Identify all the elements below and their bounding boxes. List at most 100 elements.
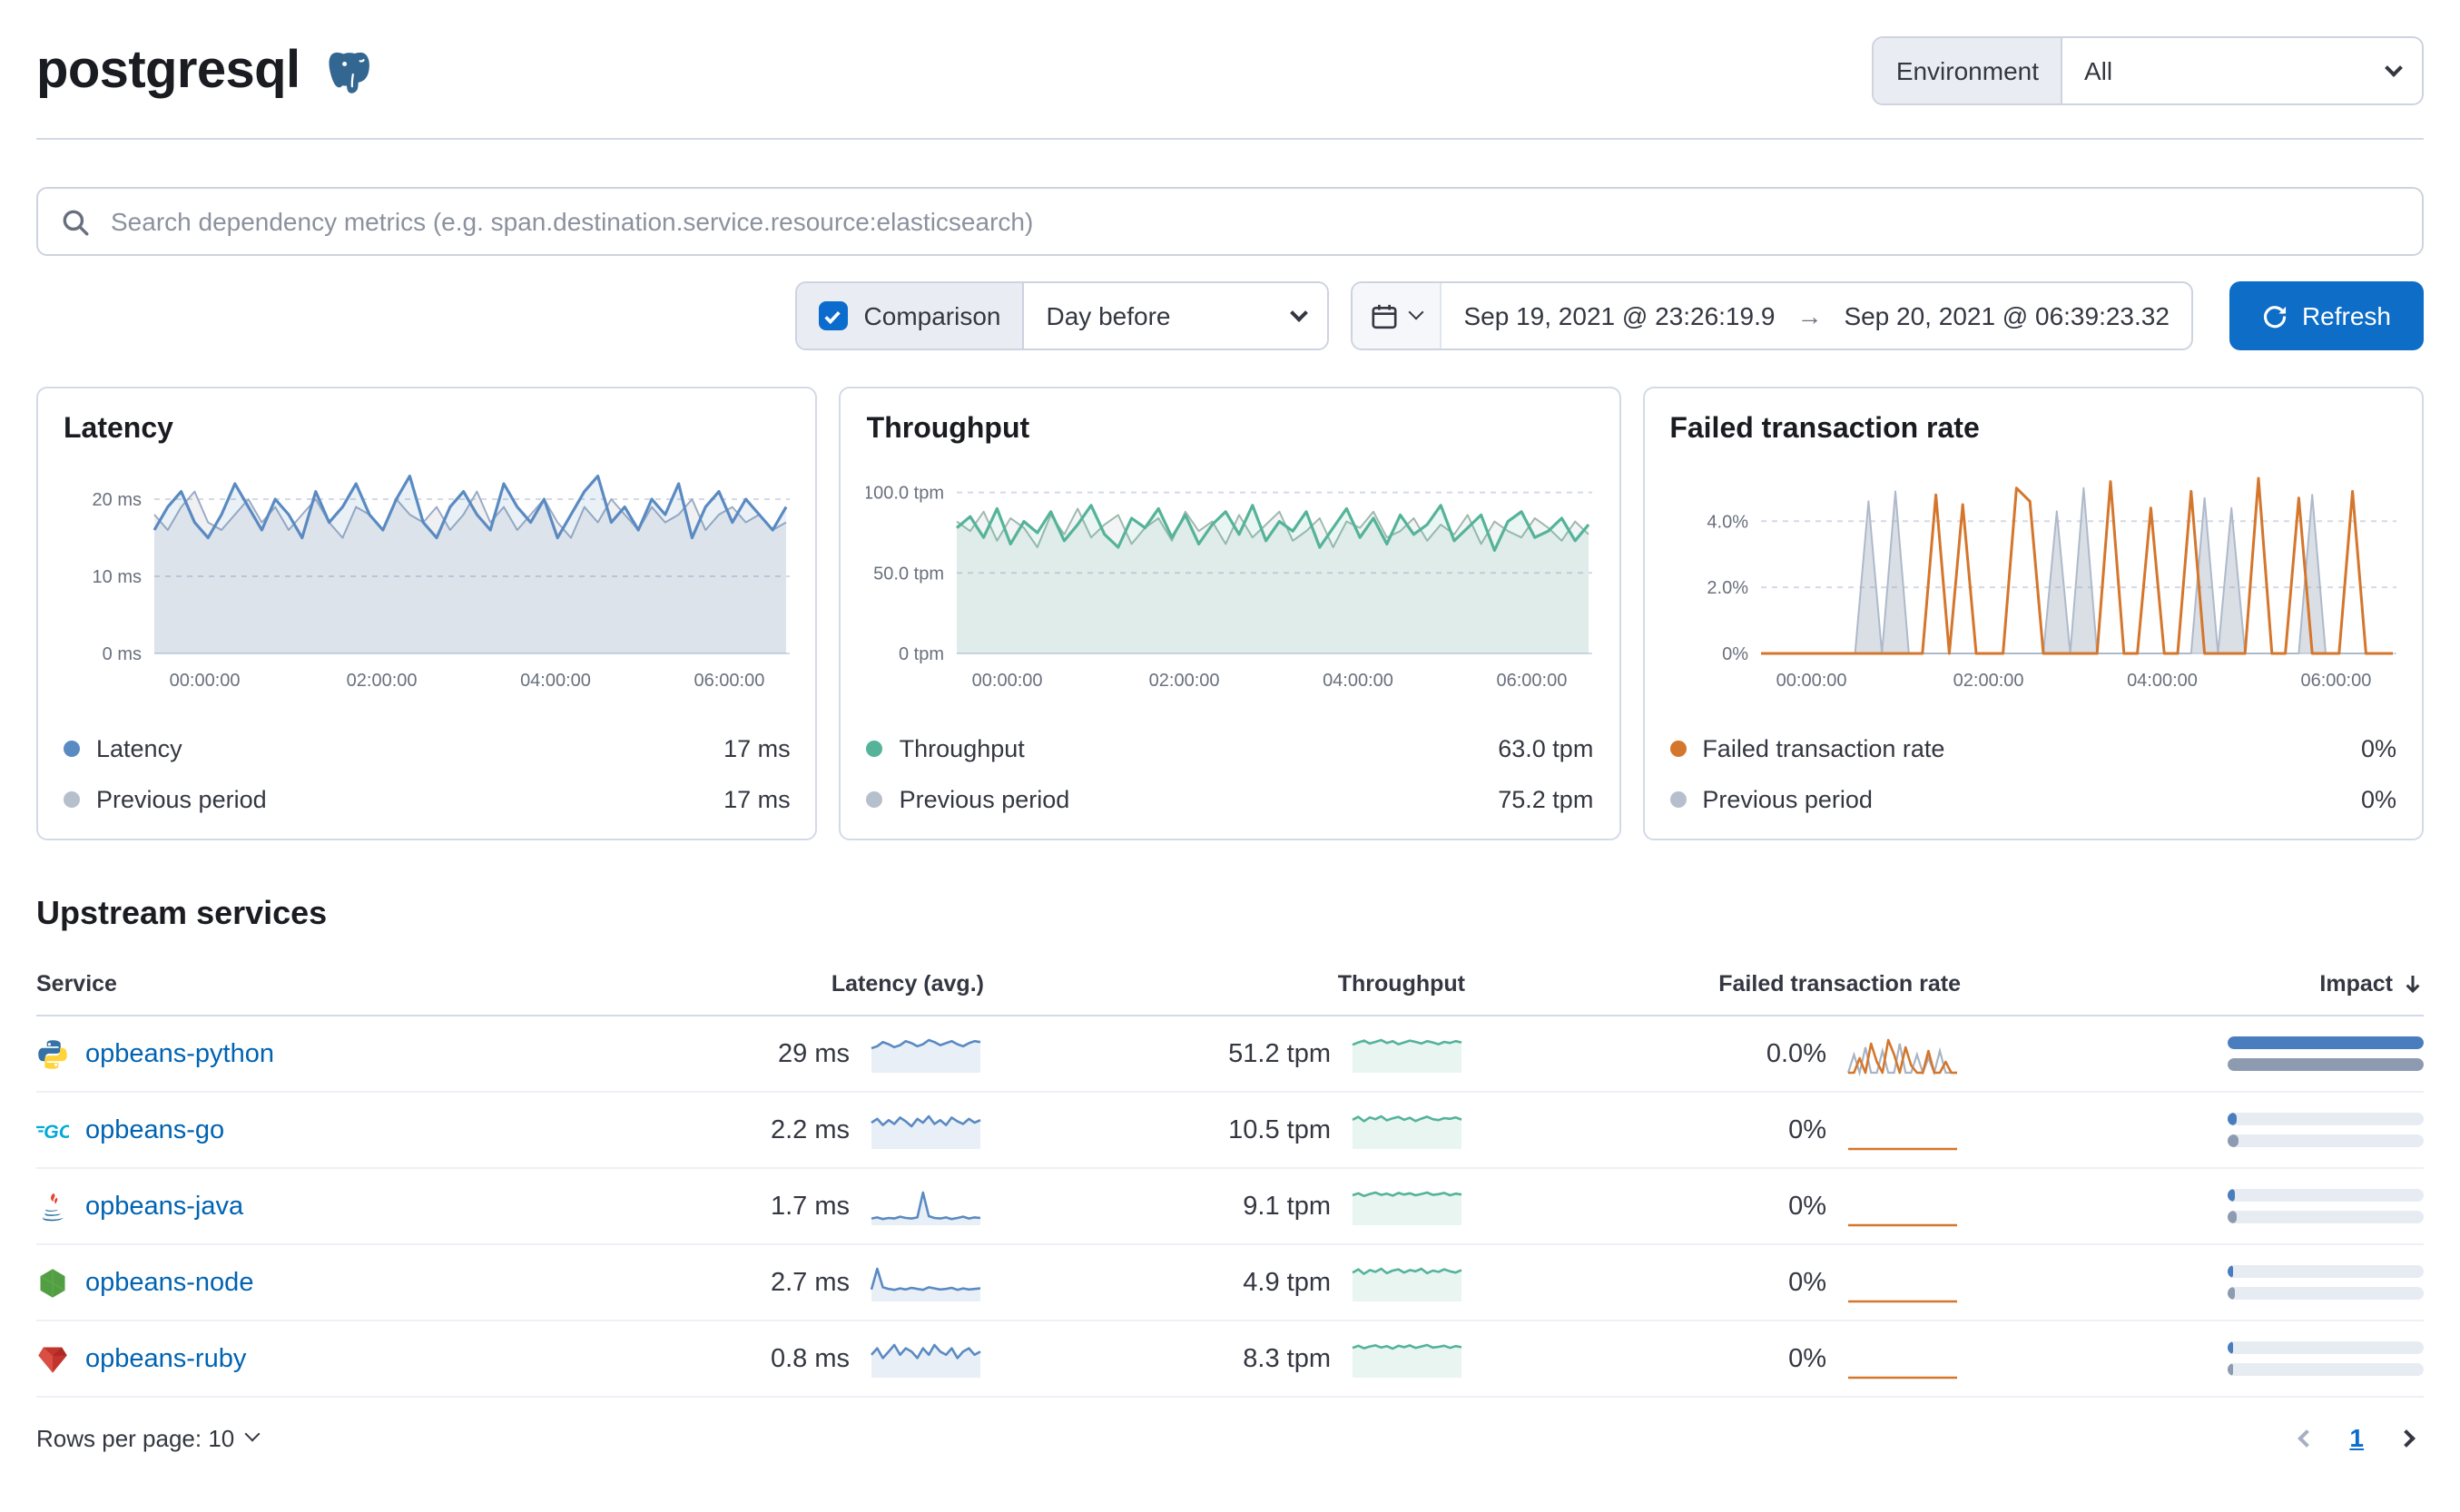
service-link[interactable]: opbeans-go: [85, 1115, 224, 1144]
comparison-checkbox[interactable]: [818, 301, 848, 330]
failed-rate-chart: 4.0% 2.0% 0% 00:00:00 02:00:00 04:00:00 06:00:…: [1707, 476, 2396, 691]
environment-select[interactable]: All: [2062, 38, 2422, 103]
latency-card: Latency 20 ms 10 ms 0 ms 00:00:00 02:00:00 04…: [36, 387, 818, 840]
environment-label: Environment: [1874, 38, 2062, 103]
service-link[interactable]: opbeans-node: [85, 1268, 253, 1297]
legend-value: 0%: [2360, 734, 2396, 761]
svg-text:02:00:00: 02:00:00: [347, 671, 418, 691]
date-end[interactable]: Sep 20, 2021 @ 06:39:23.32: [1822, 301, 2191, 330]
previous-page-button[interactable]: [2298, 1429, 2317, 1447]
legend-dot: [1669, 790, 1687, 807]
rows-per-page-button[interactable]: Rows per page: 10: [36, 1424, 261, 1451]
chevron-down-icon: [1290, 303, 1309, 321]
table-footer: Rows per page: 10 1: [36, 1423, 2424, 1452]
svg-text:06:00:00: 06:00:00: [2300, 671, 2371, 691]
apm-dependency-page: postgresql Environment All Search depend…: [0, 0, 2460, 1512]
column-header-failed-rate[interactable]: Failed transaction rate: [1465, 970, 1961, 996]
latency-value: 2.7 ms: [770, 1268, 850, 1297]
legend: Latency 17 ms Previous period 17 ms: [64, 722, 791, 824]
impact-bar: [2228, 1113, 2424, 1147]
python-icon: [36, 1037, 69, 1070]
quick-select-button[interactable]: [1353, 283, 1442, 349]
latency-value: 0.8 ms: [770, 1344, 850, 1373]
legend: Failed transaction rate 0% Previous peri…: [1669, 722, 2396, 824]
card-title: Latency: [64, 414, 173, 445]
rows-per-page-label: Rows per page: 10: [36, 1424, 235, 1451]
throughput-sparkline: [1352, 1266, 1462, 1301]
svg-text:50.0 tpm: 50.0 tpm: [874, 564, 945, 584]
service-link[interactable]: opbeans-ruby: [85, 1344, 246, 1373]
next-page-button[interactable]: [2397, 1429, 2416, 1447]
comparison-select[interactable]: Day before: [1022, 283, 1328, 349]
page-title: postgresql: [36, 41, 300, 99]
table-row: opbeans-node 2.7 ms 4.9 tpm 0%: [36, 1245, 2424, 1321]
legend-item: Latency 17 ms: [64, 722, 791, 773]
throughput-chart: 100.0 tpm 50.0 tpm 0 tpm 00:00:00 02:00:00 04…: [867, 484, 1593, 691]
table-row: opbeans-java 1.7 ms 9.1 tpm 0%: [36, 1169, 2424, 1245]
legend-item: Previous period 75.2 tpm: [866, 773, 1593, 824]
sort-descending-icon: [2406, 975, 2420, 993]
svg-text:0 ms: 0 ms: [103, 644, 142, 664]
svg-text:02:00:00: 02:00:00: [1149, 671, 1220, 691]
column-header-latency[interactable]: Latency (avg.): [581, 970, 984, 996]
legend-dot: [64, 740, 80, 756]
time-controls: Comparison Day before Sep 19, 2021 @ 23:…: [36, 281, 2424, 350]
latency-sparkline: [871, 1037, 981, 1072]
legend-value: 17 ms: [723, 785, 791, 812]
search-bar: [36, 187, 2424, 256]
date-start[interactable]: Sep 19, 2021 @ 23:26:19.9: [1442, 301, 1797, 330]
svg-text:10 ms: 10 ms: [93, 567, 142, 587]
comparison-label: Comparison: [863, 301, 1001, 330]
comparison-option: Day before: [1046, 301, 1171, 330]
svg-text:04:00:00: 04:00:00: [2126, 671, 2197, 691]
legend-dot: [866, 790, 883, 807]
throughput-sparkline: [1352, 1342, 1462, 1377]
java-icon: [36, 1190, 69, 1222]
svg-text:2.0%: 2.0%: [1707, 578, 1748, 598]
service-link[interactable]: opbeans-java: [85, 1192, 243, 1221]
upstream-services-table: Service Latency (avg.) Throughput Failed…: [36, 951, 2424, 1398]
svg-text:06:00:00: 06:00:00: [1497, 671, 1568, 691]
latency-chart: 20 ms 10 ms 0 ms 00:00:00 02:00:00 04:00:00 06…: [93, 475, 790, 691]
legend-label: Previous period: [96, 785, 267, 812]
failed-rate-value: 0%: [1788, 1344, 1826, 1373]
throughput-value: 8.3 tpm: [1243, 1344, 1331, 1373]
check-icon: [824, 309, 841, 324]
failed-rate-sparkline: [1848, 1146, 1957, 1150]
refresh-button[interactable]: Refresh: [2229, 281, 2424, 350]
legend: Throughput 63.0 tpm Previous period 75.2…: [866, 722, 1593, 824]
column-header-service[interactable]: Service: [36, 970, 581, 996]
svg-text:0 tpm: 0 tpm: [900, 644, 945, 664]
failed-rate-sparkline: [1846, 1037, 1957, 1075]
legend-dot: [64, 790, 80, 807]
legend-label: Failed transaction rate: [1702, 734, 1945, 761]
column-header-throughput[interactable]: Throughput: [984, 970, 1465, 996]
legend-label: Latency: [96, 734, 182, 761]
latency-sparkline: [871, 1342, 981, 1377]
svg-text:06:00:00: 06:00:00: [694, 671, 764, 691]
svg-text:04:00:00: 04:00:00: [1323, 671, 1394, 691]
date-range-picker: Sep 19, 2021 @ 23:26:19.9 → Sep 20, 2021…: [1351, 281, 2193, 350]
comparison-group: Comparison Day before: [794, 281, 1330, 350]
comparison-toggle[interactable]: Comparison: [796, 283, 1023, 349]
pagination: 1: [2298, 1423, 2424, 1452]
svg-text:4.0%: 4.0%: [1707, 512, 1748, 532]
latency-value: 29 ms: [778, 1039, 850, 1068]
failed-rate-card: Failed transaction rate 4.0% 2.0% 0% 00:00:…: [1642, 387, 2424, 840]
column-header-impact[interactable]: Impact: [1961, 970, 2424, 996]
legend-value: 0%: [2360, 785, 2396, 812]
calendar-icon: [1373, 303, 1397, 329]
impact-bar: [2228, 1265, 2424, 1300]
latency-sparkline: [871, 1114, 981, 1148]
card-title: Failed transaction rate: [1669, 414, 1980, 445]
legend-item: Previous period 17 ms: [64, 773, 791, 824]
search-input[interactable]: [36, 187, 2424, 256]
failed-rate-value: 0%: [1788, 1192, 1826, 1221]
service-link[interactable]: opbeans-python: [85, 1039, 274, 1068]
ruby-icon: [36, 1342, 69, 1375]
throughput-card: Throughput 100.0 tpm 50.0 tpm 0 tpm 00:00:0…: [839, 387, 1621, 840]
page-number[interactable]: 1: [2349, 1423, 2364, 1452]
upstream-services-heading: Upstream services: [36, 895, 328, 931]
environment-value: All: [2084, 56, 2113, 85]
svg-text:02:00:00: 02:00:00: [1953, 671, 2023, 691]
